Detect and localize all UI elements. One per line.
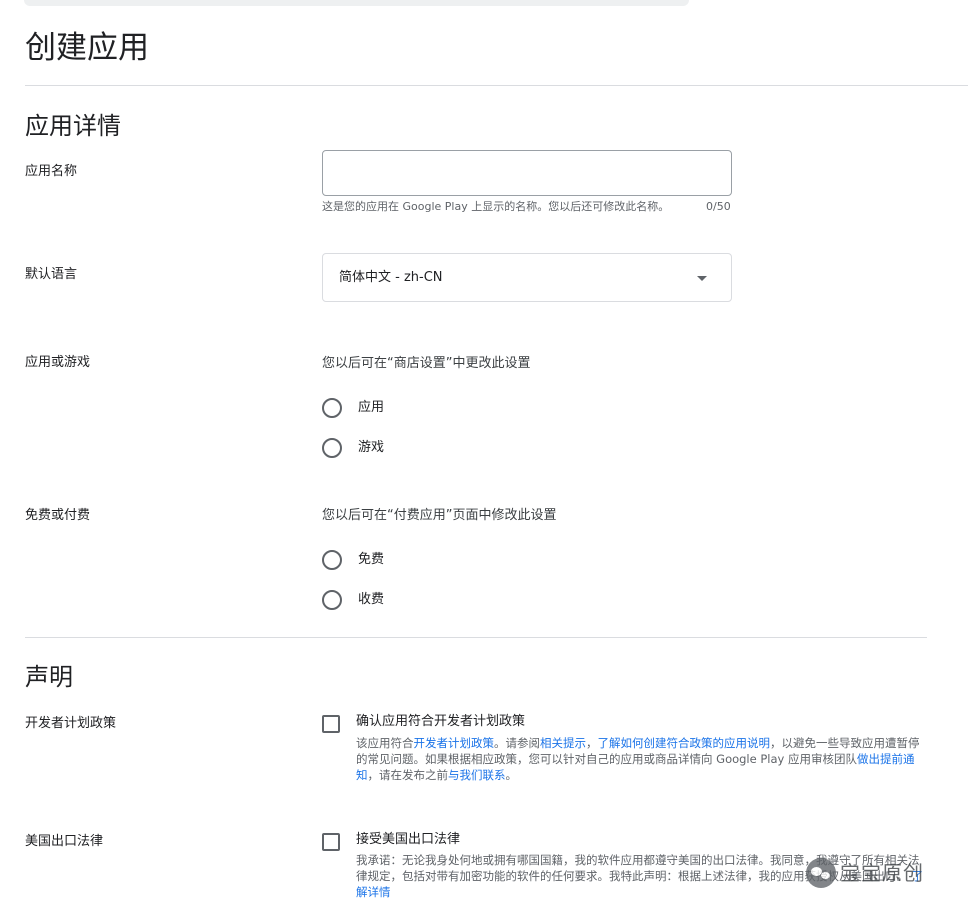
developer-policy-checkbox[interactable] <box>322 715 340 733</box>
developer-policy-description: 该应用符合开发者计划政策。请参阅相关提示，了解如何创建符合政策的应用说明，以避免… <box>356 735 926 783</box>
radio-option-game[interactable]: 游戏 <box>322 437 384 459</box>
section-title-declarations: 声明 <box>25 663 73 691</box>
dropdown-arrow-icon <box>697 276 707 281</box>
radio-label-free: 免费 <box>358 552 385 567</box>
section-title-app-details: 应用详情 <box>25 112 121 140</box>
app-name-input[interactable] <box>322 150 732 196</box>
free-or-paid-description: 您以后可在“付费应用”页面中修改此设置 <box>322 508 557 523</box>
wechat-icon <box>806 858 836 888</box>
watermark: 宝宝原创 <box>806 858 924 888</box>
radio-label-app: 应用 <box>358 400 385 415</box>
radio-label-game: 游戏 <box>358 440 385 455</box>
compliant-description-link[interactable]: 了解如何创建符合政策的应用说明 <box>598 736 771 750</box>
radio-label-paid: 收费 <box>358 592 385 607</box>
desc-text: 该应用符合 <box>356 736 414 750</box>
radio-option-free[interactable]: 免费 <box>322 549 384 571</box>
title-divider <box>25 85 968 86</box>
radio-circle-icon[interactable] <box>322 398 342 418</box>
app-or-game-label: 应用或游戏 <box>25 355 91 370</box>
desc-text: 。 <box>505 768 518 782</box>
desc-text: 。请参阅 <box>494 736 540 750</box>
us-export-law-label: 美国出口法律 <box>25 834 104 849</box>
default-language-value: 简体中文 - zh-CN <box>339 270 443 285</box>
radio-option-app[interactable]: 应用 <box>322 397 384 419</box>
app-name-label: 应用名称 <box>25 164 78 179</box>
radio-option-paid[interactable]: 收费 <box>322 589 384 611</box>
us-export-law-checkbox-title: 接受美国出口法律 <box>356 832 461 847</box>
section-divider <box>25 637 927 638</box>
watermark-text: 宝宝原创 <box>840 861 924 885</box>
radio-circle-icon[interactable] <box>322 590 342 610</box>
default-language-label: 默认语言 <box>25 267 78 282</box>
radio-circle-icon[interactable] <box>322 550 342 570</box>
app-name-char-counter: 0/50 <box>706 200 731 213</box>
desc-text: ， <box>586 736 598 750</box>
developer-policy-checkbox-title: 确认应用符合开发者计划政策 <box>356 714 526 729</box>
developer-policy-label: 开发者计划政策 <box>25 716 117 731</box>
contact-us-link[interactable]: 与我们联系 <box>448 768 506 782</box>
us-export-law-checkbox[interactable] <box>322 833 340 851</box>
page-title: 创建应用 <box>25 30 149 66</box>
free-or-paid-label: 免费或付费 <box>25 508 91 523</box>
developer-policy-link[interactable]: 开发者计划政策 <box>414 736 495 750</box>
default-language-select[interactable]: 简体中文 - zh-CN <box>322 253 732 302</box>
radio-circle-icon[interactable] <box>322 438 342 458</box>
desc-text: ，请在发布之前 <box>367 768 449 782</box>
app-or-game-description: 您以后可在“商店设置”中更改此设置 <box>322 356 531 371</box>
top-search-bar-edge <box>24 0 689 6</box>
app-name-helper-text: 这是您的应用在 Google Play 上显示的名称。您以后还可修改此名称。 <box>322 200 670 213</box>
tips-link[interactable]: 相关提示 <box>540 736 586 750</box>
